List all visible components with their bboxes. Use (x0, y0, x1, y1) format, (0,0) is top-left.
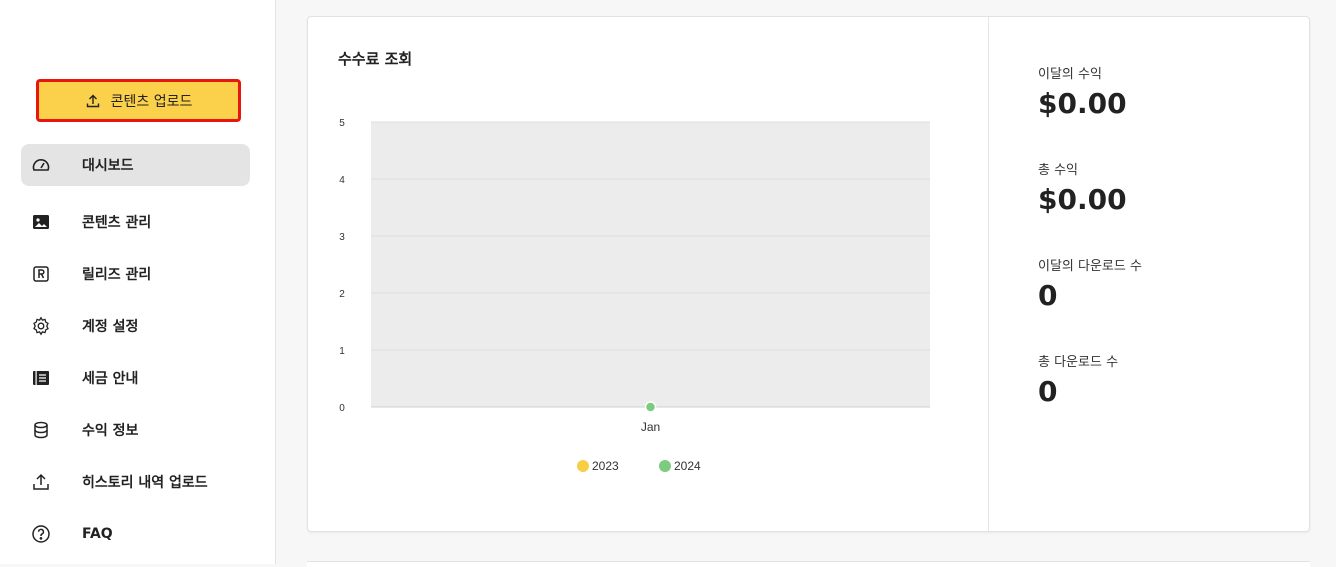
help-icon (31, 524, 51, 544)
x-tick-label: Jan (641, 420, 660, 434)
data-point-2024 (644, 401, 657, 413)
stat-value-total-downloads: 0 (1038, 375, 1058, 408)
gear-icon (31, 316, 51, 336)
y-tick-label: 4 (339, 175, 345, 186)
sidebar: 콘텐츠 업로드 대시보드 콘텐츠 관리 릴리즈 관리 계정 설정 세금 안내 수… (0, 0, 276, 564)
book-icon (31, 368, 51, 388)
sidebar-item-label: 콘텐츠 관리 (82, 215, 152, 231)
stat-label-monthly-revenue: 이달의 수익 (1038, 67, 1102, 82)
database-icon (31, 420, 51, 440)
sidebar-item-label: 대시보드 (82, 158, 134, 174)
stat-value-total-revenue: $0.00 (1038, 183, 1127, 216)
stat-value-monthly-downloads: 0 (1038, 279, 1058, 312)
y-tick-label: 2 (339, 289, 345, 300)
sidebar-nav: 대시보드 콘텐츠 관리 릴리즈 관리 계정 설정 세금 안내 수익 정보 히스토… (21, 144, 250, 560)
next-card-edge (307, 561, 1310, 567)
upload-icon (86, 94, 99, 107)
y-tick-label: 0 (339, 403, 345, 414)
stat-label-monthly-downloads: 이달의 다운로드 수 (1038, 259, 1142, 274)
sidebar-item-dashboard[interactable]: 대시보드 (21, 144, 250, 186)
card-divider (988, 17, 989, 533)
release-icon (31, 264, 51, 284)
sidebar-item-account-settings[interactable]: 계정 설정 (21, 300, 250, 352)
sidebar-item-content-management[interactable]: 콘텐츠 관리 (21, 196, 250, 248)
image-icon (31, 212, 51, 232)
legend-label: 2024 (674, 459, 701, 473)
sidebar-item-faq[interactable]: FAQ (21, 508, 250, 560)
upload-button-label: 콘텐츠 업로드 (110, 93, 193, 110)
legend-swatch-2023 (577, 460, 589, 472)
sidebar-item-label: 수익 정보 (82, 423, 139, 439)
stat-label-total-revenue: 총 수익 (1038, 163, 1079, 178)
plot-area (371, 122, 930, 407)
dashboard-icon (31, 155, 51, 175)
y-tick-label: 1 (339, 346, 345, 357)
sidebar-item-label: FAQ (82, 526, 113, 542)
chart-title: 수수료 조회 (338, 50, 413, 68)
stat-value-monthly-revenue: $0.00 (1038, 87, 1127, 120)
legend-swatch-2024 (659, 460, 671, 472)
earnings-chart: 0 1 2 3 4 5 Jan 2023 2024 (339, 118, 930, 473)
stat-label-total-downloads: 총 다운로드 수 (1038, 355, 1119, 370)
sidebar-item-label: 릴리즈 관리 (82, 267, 152, 283)
legend-label: 2023 (592, 459, 619, 473)
sidebar-item-revenue-info[interactable]: 수익 정보 (21, 404, 250, 456)
sidebar-item-release-management[interactable]: 릴리즈 관리 (21, 248, 250, 300)
sidebar-item-label: 세금 안내 (82, 371, 139, 387)
upload-icon (31, 472, 51, 492)
earnings-card: 수수료 조회 0 1 2 3 4 5 Jan 2023 2024 이달의 수익 $0.00 총 … (307, 16, 1310, 533)
sidebar-item-tax-guide[interactable]: 세금 안내 (21, 352, 250, 404)
sidebar-item-label: 계정 설정 (82, 319, 139, 335)
y-tick-label: 3 (339, 232, 345, 243)
y-tick-label: 5 (339, 118, 345, 129)
sidebar-item-history-upload[interactable]: 히스토리 내역 업로드 (21, 456, 250, 508)
upload-content-button[interactable]: 콘텐츠 업로드 (36, 79, 241, 122)
sidebar-item-label: 히스토리 내역 업로드 (82, 475, 208, 491)
